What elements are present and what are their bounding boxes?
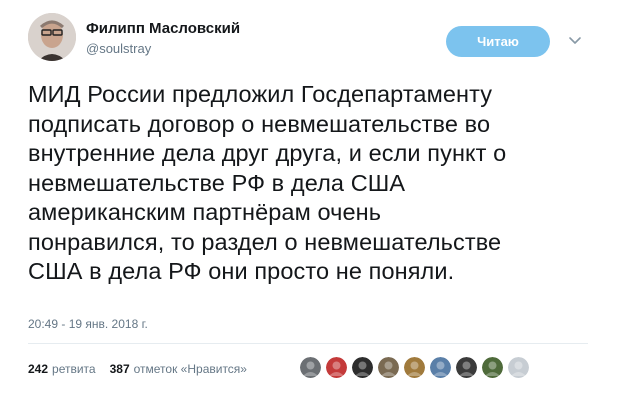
- likes-label: отметок «Нравится»: [133, 362, 247, 376]
- likes-count: 387: [109, 362, 130, 376]
- likers-avatars: [300, 357, 534, 378]
- liker-avatar-4[interactable]: [378, 357, 399, 378]
- user-avatar-icon: [28, 13, 76, 61]
- likes-stat[interactable]: 387 отметок «Нравится»: [110, 362, 247, 376]
- liker-avatar-3[interactable]: [352, 357, 373, 378]
- tweet-stats: 242 ретвита 387 отметок «Нравится»: [28, 362, 261, 376]
- tweet-timestamp[interactable]: 20:49 - 19 янв. 2018 г.: [28, 317, 148, 331]
- chevron-down-icon[interactable]: [568, 33, 582, 47]
- liker-avatar-8[interactable]: [482, 357, 503, 378]
- author-display-name[interactable]: Филипп Масловский: [86, 20, 240, 37]
- author-handle[interactable]: @soulstray: [86, 41, 151, 56]
- author-avatar[interactable]: [28, 13, 76, 61]
- liker-avatar-9[interactable]: [508, 357, 529, 378]
- liker-avatar-2[interactable]: [326, 357, 347, 378]
- divider: [28, 343, 588, 344]
- retweets-label: ретвита: [52, 362, 96, 376]
- liker-avatar-5[interactable]: [404, 357, 425, 378]
- liker-avatar-1[interactable]: [300, 357, 321, 378]
- liker-avatar-6[interactable]: [430, 357, 451, 378]
- retweets-count: 242: [28, 362, 49, 376]
- liker-avatar-7[interactable]: [456, 357, 477, 378]
- retweets-stat[interactable]: 242 ретвита: [28, 362, 96, 376]
- tweet-text: МИД России предложил Госдепартаменту под…: [28, 81, 507, 284]
- following-button[interactable]: Читаю: [446, 26, 550, 57]
